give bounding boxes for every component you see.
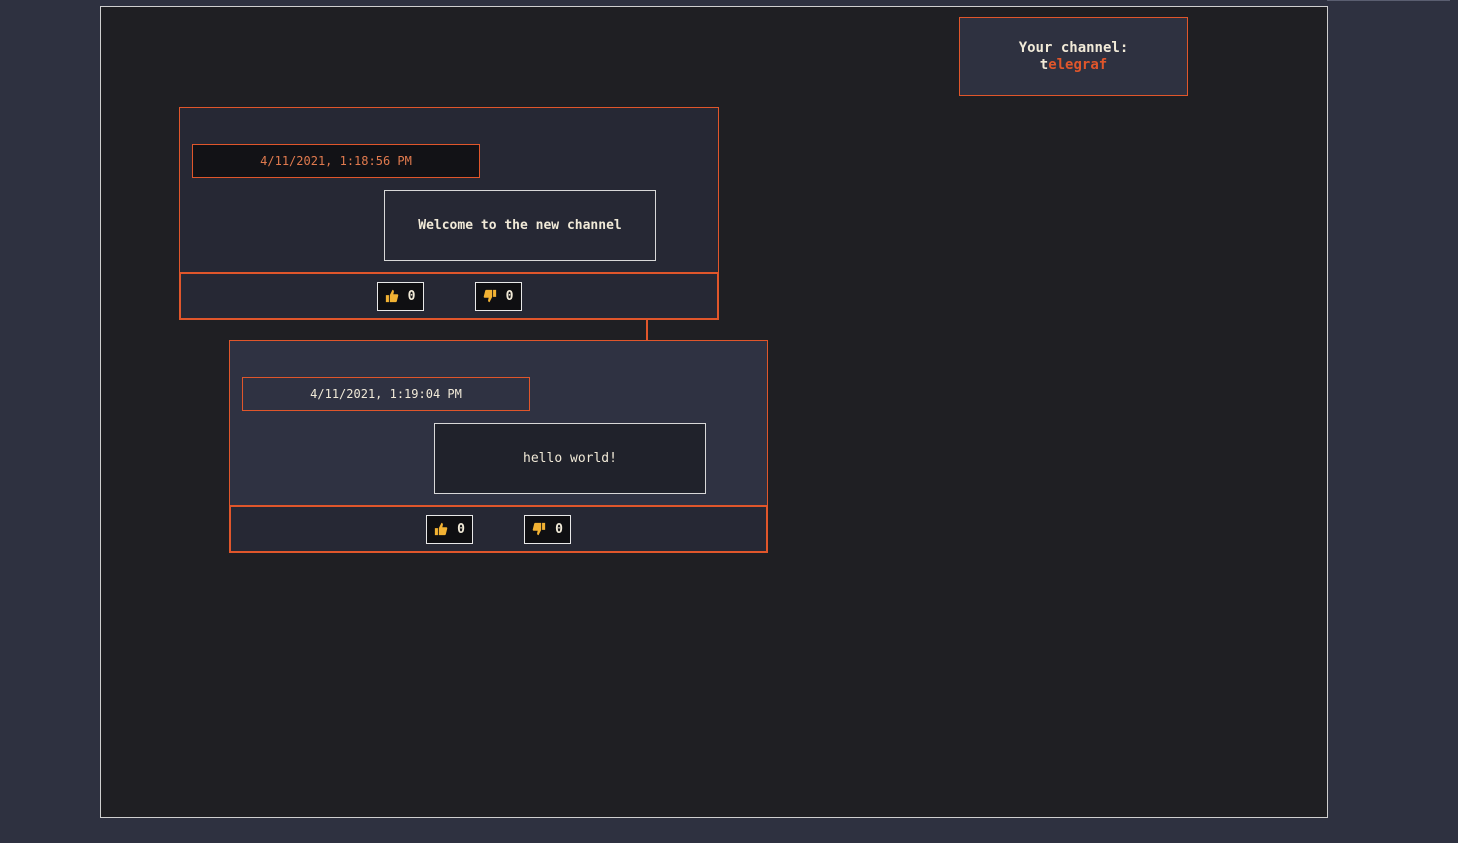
top-edge-line <box>1327 0 1450 1</box>
thread-connector <box>646 319 648 340</box>
thumbs-down-icon <box>483 289 497 303</box>
dislike-count: 0 <box>505 288 514 304</box>
channel-name: telegraf <box>1040 57 1107 74</box>
dislike-button[interactable]: 0 <box>524 514 571 544</box>
like-count: 0 <box>457 521 465 537</box>
channel-name-rest: elegraf <box>1048 56 1108 73</box>
like-count: 0 <box>407 288 416 304</box>
thumbs-down-icon <box>532 522 546 536</box>
like-button[interactable]: 0 <box>376 281 424 311</box>
message-text: Welcome to the new channel <box>384 190 656 261</box>
message-card: 4/11/2021, 1:19:04 PM hello world! 0 0 <box>229 340 768 553</box>
reaction-bar: 0 0 <box>179 272 719 320</box>
channel-info: Your channel: telegraf <box>959 17 1188 96</box>
channel-label: Your channel: <box>1018 39 1129 56</box>
reaction-bar: 0 0 <box>229 505 768 553</box>
message-text: hello world! <box>434 423 706 494</box>
dislike-count: 0 <box>555 521 563 537</box>
like-button[interactable]: 0 <box>426 514 473 544</box>
message-card: 4/11/2021, 1:18:56 PM Welcome to the new… <box>179 107 719 320</box>
message-timestamp: 4/11/2021, 1:18:56 PM <box>192 144 480 178</box>
dislike-button[interactable]: 0 <box>474 281 522 311</box>
message-timestamp: 4/11/2021, 1:19:04 PM <box>242 377 530 411</box>
thumbs-up-icon <box>434 522 448 536</box>
channel-name-initial: t <box>1039 56 1049 73</box>
thumbs-up-icon <box>385 289 399 303</box>
